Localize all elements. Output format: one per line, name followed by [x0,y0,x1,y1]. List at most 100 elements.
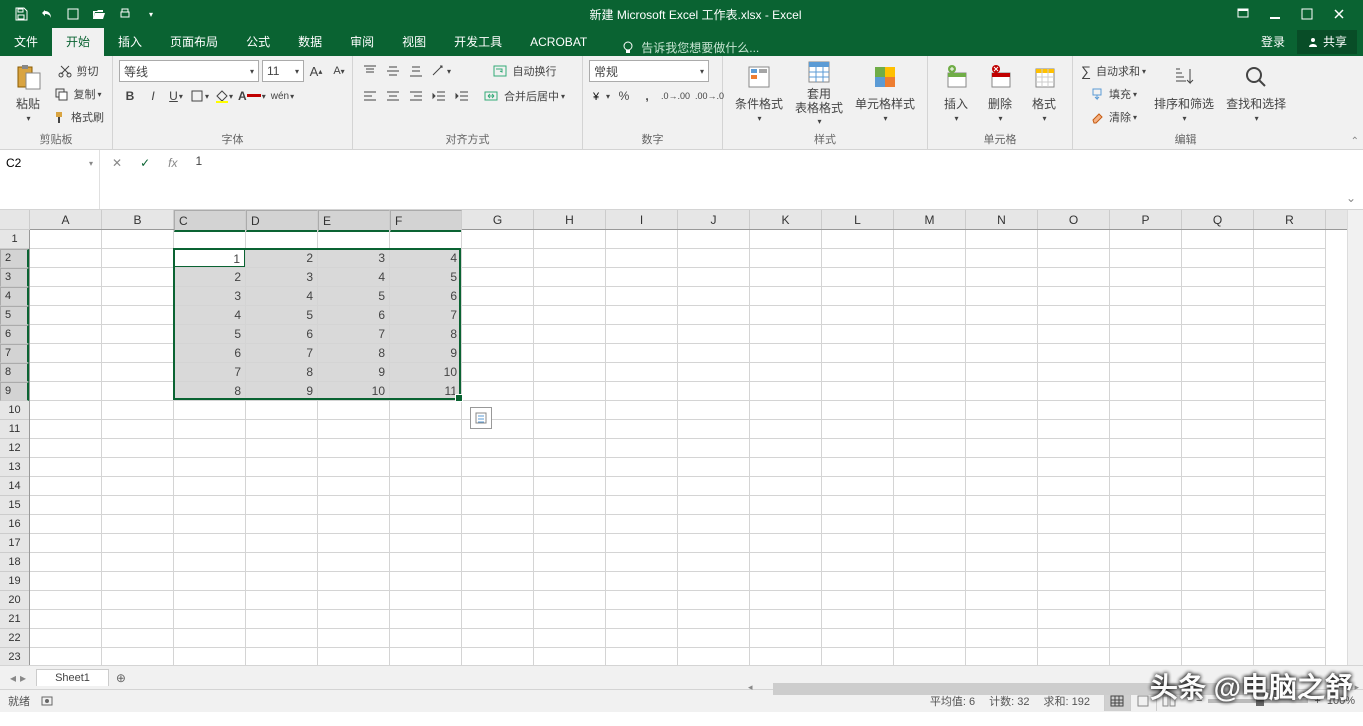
cell[interactable] [318,629,390,648]
cell[interactable] [30,363,102,382]
cell[interactable] [246,477,318,496]
cell[interactable]: 5 [246,306,318,325]
row-header[interactable]: 7 [0,344,29,363]
cell[interactable]: 4 [318,268,390,287]
cell[interactable] [966,648,1038,666]
cell[interactable] [102,344,174,363]
align-right-icon[interactable] [405,85,427,107]
row-headers[interactable]: 1234567891011121314151617181920212223 [0,230,30,665]
cell[interactable] [174,439,246,458]
font-size-select[interactable]: 11▾ [262,60,304,82]
cell[interactable] [822,420,894,439]
cell[interactable] [1182,439,1254,458]
cell[interactable] [462,230,534,249]
cell[interactable]: 8 [318,344,390,363]
cell[interactable] [606,515,678,534]
cell[interactable] [30,515,102,534]
row-header[interactable]: 4 [0,287,29,306]
row-header[interactable]: 21 [0,610,29,629]
cell[interactable] [966,515,1038,534]
cell[interactable] [390,572,462,591]
cell[interactable] [750,363,822,382]
accounting-format-icon[interactable]: ¥▾ [589,85,612,107]
align-middle-icon[interactable] [382,60,404,82]
cell[interactable] [30,591,102,610]
cell[interactable] [390,439,462,458]
increase-indent-icon[interactable] [451,85,473,107]
cell[interactable] [822,591,894,610]
cell[interactable] [1038,306,1110,325]
cell[interactable] [678,344,750,363]
cell[interactable]: 9 [246,382,318,401]
row-header[interactable]: 5 [0,306,29,325]
cell[interactable] [390,648,462,666]
row-header[interactable]: 14 [0,477,29,496]
cell[interactable] [750,230,822,249]
save-icon[interactable] [8,0,34,28]
cell[interactable] [534,287,606,306]
cell[interactable] [390,401,462,420]
cell[interactable] [606,477,678,496]
cell[interactable] [894,382,966,401]
cell[interactable] [894,230,966,249]
cell[interactable] [1038,344,1110,363]
cell[interactable] [1254,515,1326,534]
cell[interactable] [1110,382,1182,401]
cell[interactable] [534,648,606,666]
cell[interactable] [390,496,462,515]
cell[interactable] [750,496,822,515]
col-header[interactable]: F [390,210,462,232]
cell[interactable] [462,382,534,401]
cell[interactable] [1038,420,1110,439]
cell[interactable] [390,477,462,496]
cell[interactable] [462,648,534,666]
cell[interactable] [1182,610,1254,629]
tab-页面布局[interactable]: 页面布局 [156,28,232,56]
maximize-icon[interactable] [1291,0,1323,28]
row-header[interactable]: 2 [0,249,29,268]
cell[interactable] [102,287,174,306]
cell[interactable] [246,534,318,553]
cell[interactable] [318,496,390,515]
row-header[interactable]: 20 [0,591,29,610]
cell[interactable] [966,401,1038,420]
row-header[interactable]: 16 [0,515,29,534]
cell[interactable] [174,477,246,496]
tab-审阅[interactable]: 审阅 [336,28,388,56]
cell[interactable] [318,230,390,249]
cell[interactable] [390,591,462,610]
cell[interactable] [1182,401,1254,420]
cell[interactable] [1182,591,1254,610]
cell[interactable] [822,458,894,477]
cell[interactable] [894,553,966,572]
increase-font-icon[interactable]: A▴ [305,60,327,82]
cell[interactable] [1038,382,1110,401]
row-header[interactable]: 15 [0,496,29,515]
cell[interactable] [534,629,606,648]
cell[interactable]: 6 [318,306,390,325]
cell[interactable] [390,534,462,553]
cell[interactable] [1110,534,1182,553]
cell[interactable] [462,344,534,363]
select-all-corner[interactable] [0,210,30,230]
cell[interactable] [462,534,534,553]
cell[interactable] [1038,287,1110,306]
cell[interactable] [1110,477,1182,496]
cell[interactable] [822,325,894,344]
italic-button[interactable]: I [142,85,164,107]
cell[interactable] [30,610,102,629]
cell[interactable] [894,648,966,666]
cell[interactable] [966,287,1038,306]
cell[interactable] [1038,591,1110,610]
cell[interactable] [390,515,462,534]
cell[interactable] [462,458,534,477]
cell[interactable] [894,268,966,287]
cell[interactable] [30,325,102,344]
format-cells-button[interactable]: 格式▾ [1022,58,1066,126]
cell[interactable] [102,610,174,629]
undo-icon[interactable] [34,0,60,28]
col-header[interactable]: N [966,210,1038,229]
cell[interactable] [30,268,102,287]
row-header[interactable]: 17 [0,534,29,553]
cell[interactable] [318,477,390,496]
